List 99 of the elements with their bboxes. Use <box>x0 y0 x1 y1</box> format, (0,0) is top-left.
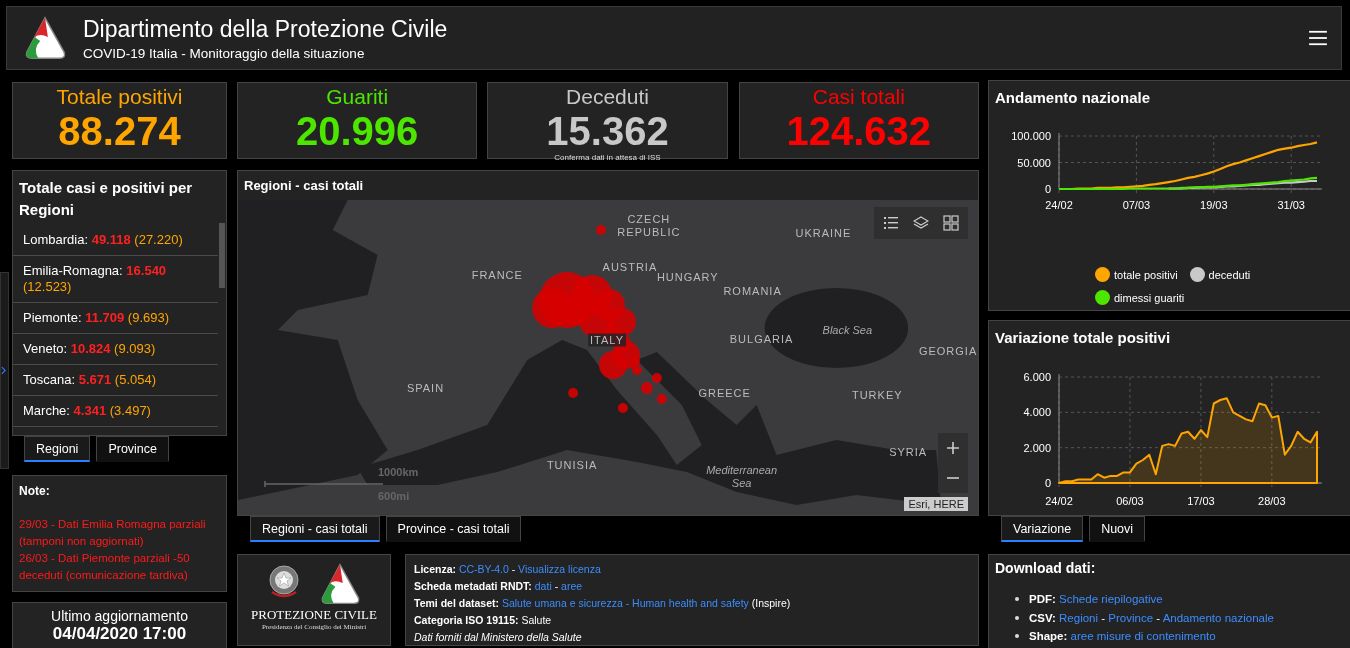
download-title: Download dati: <box>995 560 1097 576</box>
stat-value: 124.632 <box>785 109 933 153</box>
download-line: PDF: Schede riepilogative <box>1029 592 1163 607</box>
region-row[interactable]: Emilia-Romagna: 16.540 (12.523) <box>13 256 218 303</box>
link[interactable]: dati <box>534 580 552 592</box>
map-label: HUNGARY <box>656 270 719 284</box>
link[interactable]: Andamento nazionale <box>1162 611 1274 624</box>
tab[interactable]: Variazione <box>1001 516 1084 542</box>
info-line: Scheda metadati RNDT: dati - aree <box>414 579 584 594</box>
panel-title: Regioni - casi totali <box>243 177 365 195</box>
note-text: 26/03 - Dati Piemonte parziali -50 deceduti (comunicazione tardiva) <box>19 551 191 583</box>
tab[interactable]: Nuovi <box>1089 516 1146 542</box>
bullet-icon <box>1015 615 1019 620</box>
map-label: TURKEY <box>851 388 903 402</box>
organization-name: PROTEZIONE CIVILE <box>250 607 378 623</box>
map-label: Mediterranean Sea <box>705 464 779 490</box>
map-label: GREECE <box>698 386 751 400</box>
chart-title: Andamento nazionale <box>994 88 1152 108</box>
map-label: AUSTRIA <box>602 260 658 274</box>
tab[interactable]: Province <box>96 436 170 462</box>
tick-label: 2.000 <box>1023 441 1051 454</box>
tick-label: 4.000 <box>1023 406 1051 419</box>
grid-icon[interactable] <box>943 215 959 231</box>
link[interactable]: Salute umana e sicurezza - Human health and safety <box>501 597 749 609</box>
link[interactable]: aree misure di contenimento <box>1070 630 1216 642</box>
bullet-icon <box>1015 634 1019 639</box>
map-label: SPAIN <box>406 381 445 395</box>
stat-value: 88.274 <box>57 109 182 153</box>
last-update-label: Ultimo aggiornamento <box>50 608 189 624</box>
download-line: Shape: aree misure di contenimento <box>1029 629 1216 644</box>
tick-label: 07/03 <box>1122 199 1151 211</box>
map-label: Black Sea <box>822 323 873 337</box>
stat-value: 20.996 <box>295 109 420 153</box>
legend-label: deceduti <box>1208 268 1251 281</box>
tab[interactable]: Regioni - casi totali <box>250 516 380 542</box>
bullet-icon <box>1015 597 1019 602</box>
tick-label: 0 <box>1044 183 1051 195</box>
info-line: Dati forniti dal Ministero della Salute <box>414 630 583 645</box>
scale-label: 1000km <box>378 466 419 478</box>
scrollbar[interactable] <box>219 223 225 288</box>
stat-label: Deceduti <box>565 85 650 109</box>
page-title: Dipartimento della Protezione Civile <box>83 15 449 43</box>
link[interactable]: aree <box>561 580 583 592</box>
tick-label: 6.000 <box>1023 371 1051 383</box>
tick-label: 24/02 <box>1045 495 1073 507</box>
map-label: FRANCE <box>471 268 523 282</box>
notes-title: Note: <box>19 484 51 498</box>
link[interactable]: Regioni <box>1059 611 1099 624</box>
info-line: Licenza: CC-BY-4.0 - Visualizza licenza <box>414 562 602 577</box>
region-row[interactable]: Marche: 4.341 (3.497) <box>13 396 218 427</box>
chevron-icon <box>1 366 6 375</box>
stat-value: 15.362 <box>545 109 670 153</box>
map-label: ROMANIA <box>723 284 782 298</box>
legend-label: totale positivi <box>1114 268 1178 281</box>
map-label: ITALY <box>588 333 626 347</box>
legend-label: dimessi guariti <box>1114 291 1185 304</box>
region-row[interactable]: Veneto: 10.824 (9.093) <box>13 334 218 365</box>
menu-icon[interactable] <box>1309 30 1327 46</box>
tick-label: 31/03 <box>1277 199 1305 211</box>
map-label: UKRAINE <box>795 226 852 240</box>
stat-note: Conferma dati in attesa di ISS <box>553 153 662 162</box>
map-attribution: Esri, HERE <box>904 497 968 511</box>
link[interactable]: Province <box>1108 611 1154 624</box>
info-line: Categoria ISO 19115: Salute <box>414 613 553 628</box>
info-line: Temi del dataset: Salute umana e sicurezza - Human health and safety (Inspire) <box>414 596 792 611</box>
map-label: TUNISIA <box>546 458 598 472</box>
stat-label: Guariti <box>325 85 390 109</box>
tab[interactable]: Regioni <box>24 436 91 462</box>
region-row[interactable]: Toscana: 5.671 (5.054) <box>13 365 218 396</box>
tick-label: 50.000 <box>1017 156 1051 169</box>
download-line: CSV: Regioni - Province - Andamento nazionale <box>1029 610 1274 626</box>
note-text: 29/03 - Dati Emilia Romagna parziali (tamponi non aggiornati) <box>19 517 207 549</box>
tick-label: 24/02 <box>1045 199 1073 211</box>
region-row[interactable]: Lombardia: 49.118 (27.220) <box>13 225 218 256</box>
map-label: CZECH REPUBLIC <box>616 213 682 239</box>
tick-label: 100.000 <box>1011 130 1051 142</box>
tick-label: 19/03 <box>1200 199 1228 211</box>
tick-label: 17/03 <box>1187 495 1215 507</box>
tick-label: 28/03 <box>1258 495 1286 507</box>
map-label: BULGARIA <box>729 332 794 346</box>
stat-label: Totale positivi <box>55 85 184 109</box>
chart-title: Variazione totale positivi <box>994 328 1172 348</box>
map-label: GEORGIA <box>918 344 978 358</box>
plus-icon <box>947 442 959 454</box>
tab[interactable]: Province - casi totali <box>385 516 522 542</box>
last-update-value: 04/04/2020 17:00 <box>51 624 188 644</box>
page-subtitle: COVID-19 Italia - Monitoraggio della situazione <box>83 46 366 61</box>
link[interactable]: Visualizza licenza <box>518 563 601 575</box>
region-row[interactable]: Piemonte: 11.709 (9.693) <box>13 303 218 334</box>
map-label: SYRIA <box>889 445 928 459</box>
tick-label: 06/03 <box>1116 495 1144 507</box>
layers-icon[interactable] <box>913 215 929 231</box>
tick-label: 0 <box>1044 477 1051 489</box>
link[interactable]: CC-BY-4.0 <box>458 563 509 575</box>
link[interactable]: Schede riepilogative <box>1059 593 1163 605</box>
stat-label: Casi totali <box>811 85 906 109</box>
legend-list-icon[interactable] <box>883 215 899 231</box>
side-panel-toggle[interactable] <box>0 272 9 469</box>
panel-title: Totale casi e positivi per Regioni <box>18 178 194 220</box>
